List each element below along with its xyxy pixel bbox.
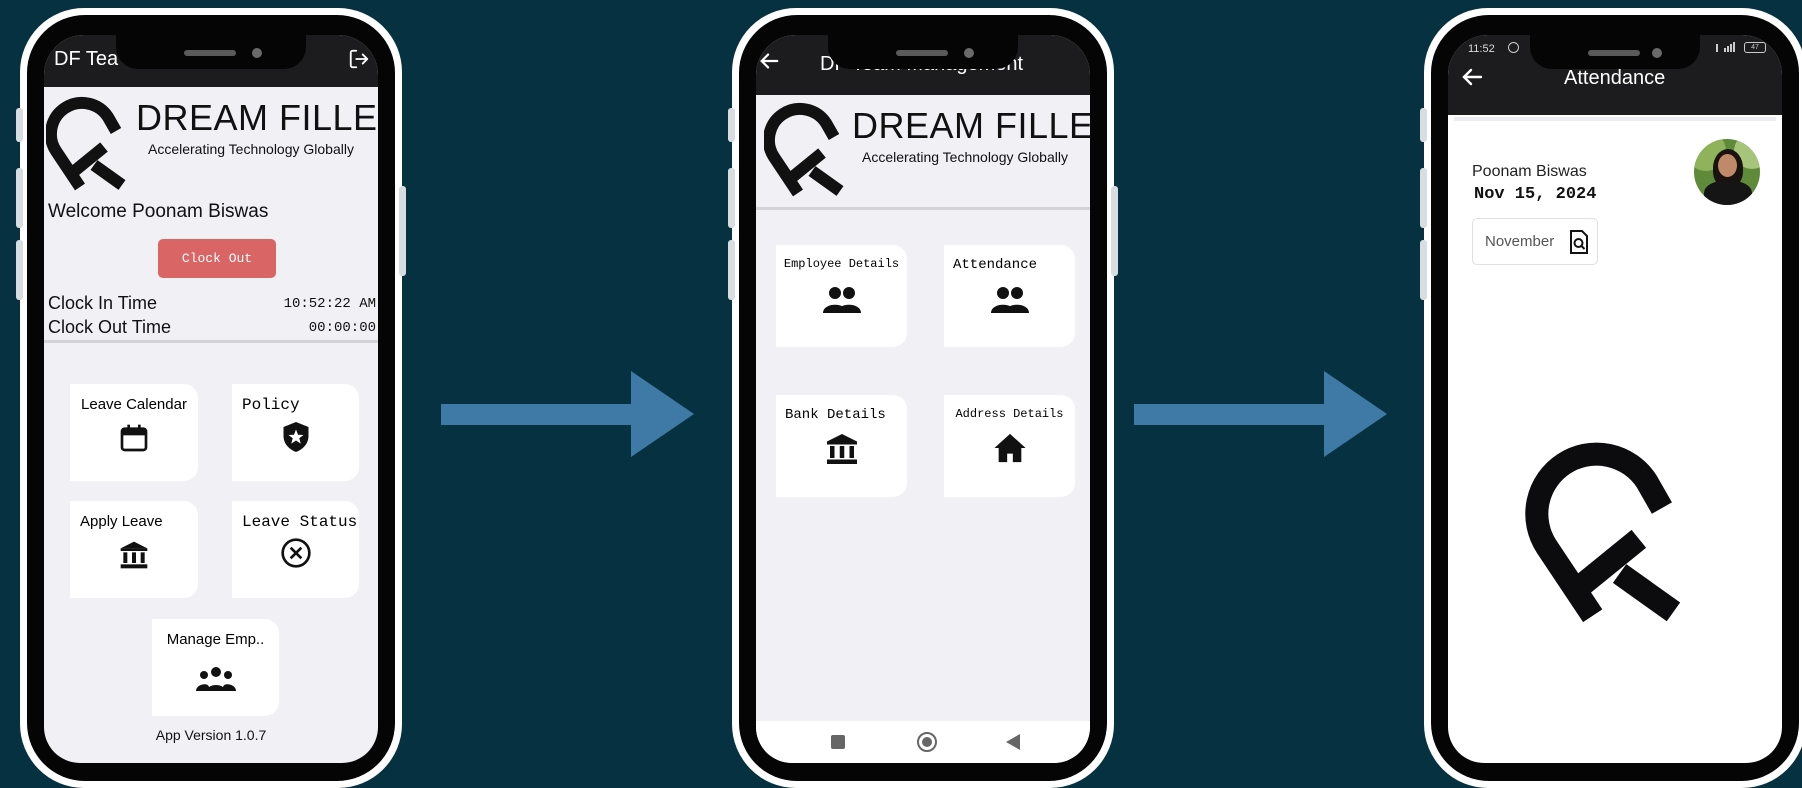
card-label: Bank Details: [785, 407, 886, 423]
card-label: Apply Leave: [80, 513, 163, 530]
whatsapp-icon: [1508, 42, 1519, 53]
flow-arrow: [1134, 371, 1387, 457]
card-employee-details[interactable]: Employee Details: [776, 245, 907, 347]
dream-filler-logo: [764, 102, 844, 197]
clock-out-label: Clock Out Time: [48, 317, 172, 337]
attendance-screen: 11:52 47 Attendance Poonam Biswas Nov 15…: [1448, 35, 1782, 763]
side-button: [728, 108, 735, 142]
dream-filler-logo: [1525, 442, 1681, 623]
welcome-text: Welcome Poonam Biswas: [48, 201, 269, 222]
app-bar-title: DF Tea: [54, 48, 119, 70]
card-manage-employees[interactable]: Manage Emp..: [152, 619, 279, 716]
side-button: [728, 168, 735, 228]
back-arrow-icon[interactable]: [1460, 65, 1484, 89]
phone-team-management: DF Team Management DREAM FILLER Accelera…: [728, 8, 1118, 788]
side-button: [1420, 240, 1427, 300]
clock-in-label: Clock In Time: [48, 293, 158, 313]
side-button: [16, 168, 23, 228]
brand-name: DREAM FILLER: [852, 105, 1090, 146]
battery-level: 47: [1751, 44, 1759, 51]
phone-attendance: 11:52 47 Attendance Poonam Biswas Nov 15…: [1420, 8, 1802, 788]
card-label: Leave Calendar: [81, 396, 187, 413]
side-button: [1420, 168, 1427, 228]
card-bank-details[interactable]: Bank Details: [776, 395, 907, 497]
back-button[interactable]: [1006, 734, 1020, 750]
card-attendance[interactable]: Attendance: [944, 245, 1075, 347]
card-label: Policy: [242, 396, 300, 414]
phone-frame: DF Team Management DREAM FILLER Accelera…: [739, 15, 1107, 781]
divider: [756, 207, 1090, 210]
signal-icon: [1716, 42, 1735, 52]
bank-icon: [826, 434, 857, 464]
divider: [1454, 117, 1776, 121]
card-label: Leave Status: [242, 513, 358, 531]
card-label: Attendance: [953, 257, 1038, 273]
card-label: Employee Details: [783, 257, 900, 271]
card-policy[interactable]: Policy: [232, 384, 359, 481]
side-button: [728, 240, 735, 300]
clock-out-value: 00:00:00: [308, 320, 376, 336]
back-arrow-icon[interactable]: [758, 50, 780, 72]
app-version: App Version 1.0.7: [155, 727, 267, 743]
bank-icon: [120, 541, 148, 569]
side-button: [16, 108, 23, 142]
recents-button[interactable]: [831, 735, 845, 749]
cancel-circle-icon: [280, 538, 311, 568]
team-management-screen: DF Team Management DREAM FILLER Accelera…: [756, 35, 1090, 763]
card-label: Address Details: [955, 407, 1064, 421]
card-label: Manage Emp..: [166, 631, 265, 648]
shield-star-icon: [283, 422, 308, 452]
divider: [44, 340, 378, 343]
android-nav-bar: [756, 721, 1090, 763]
battery-icon: 47: [1744, 42, 1766, 53]
card-leave-calendar[interactable]: Leave Calendar: [70, 384, 198, 481]
card-apply-leave[interactable]: Apply Leave: [70, 501, 198, 598]
clock-in-value: 10:52:22 AM: [283, 296, 376, 312]
brand-name: DREAM FILLER: [136, 97, 378, 138]
month-filter-chip[interactable]: November: [1472, 218, 1598, 265]
side-button: [399, 186, 406, 276]
camera-notch: [116, 35, 306, 69]
avatar: [1694, 139, 1760, 205]
logout-icon[interactable]: [348, 48, 370, 70]
side-button: [1420, 108, 1427, 142]
clock-out-button[interactable]: Clock Out: [158, 239, 276, 278]
home-icon: [993, 433, 1026, 463]
card-leave-status[interactable]: Leave Status: [232, 501, 359, 598]
side-button: [16, 240, 23, 300]
side-button: [1111, 186, 1118, 276]
calendar-icon: [120, 424, 148, 452]
attendance-date: Nov 15, 2024: [1474, 185, 1597, 204]
month-chip-label: November: [1485, 233, 1555, 250]
people-icon: [990, 287, 1029, 313]
brand-tagline: Accelerating Technology Globally: [862, 149, 1068, 165]
camera-notch: [828, 35, 1018, 69]
phone-frame: 11:52 47 Attendance Poonam Biswas Nov 15…: [1431, 15, 1799, 781]
phone-home: DF Tea DREAM FILLER Accelerating Technol…: [16, 8, 406, 788]
people-icon: [822, 287, 861, 313]
document-search-icon: [1570, 230, 1588, 254]
home-button[interactable]: [917, 732, 937, 752]
group-icon: [195, 667, 236, 691]
brand-tagline: Accelerating Technology Globally: [148, 141, 354, 157]
flow-arrow: [441, 371, 694, 457]
app-bar-title: Attendance: [1564, 67, 1666, 89]
home-screen: DF Tea DREAM FILLER Accelerating Technol…: [44, 35, 378, 763]
phone-frame: DF Tea DREAM FILLER Accelerating Technol…: [27, 15, 395, 781]
status-time: 11:52: [1468, 43, 1495, 55]
card-address-details[interactable]: Address Details: [944, 395, 1075, 497]
dream-filler-logo: [46, 96, 126, 191]
employee-name: Poonam Biswas: [1472, 163, 1587, 180]
camera-notch: [1530, 35, 1700, 69]
